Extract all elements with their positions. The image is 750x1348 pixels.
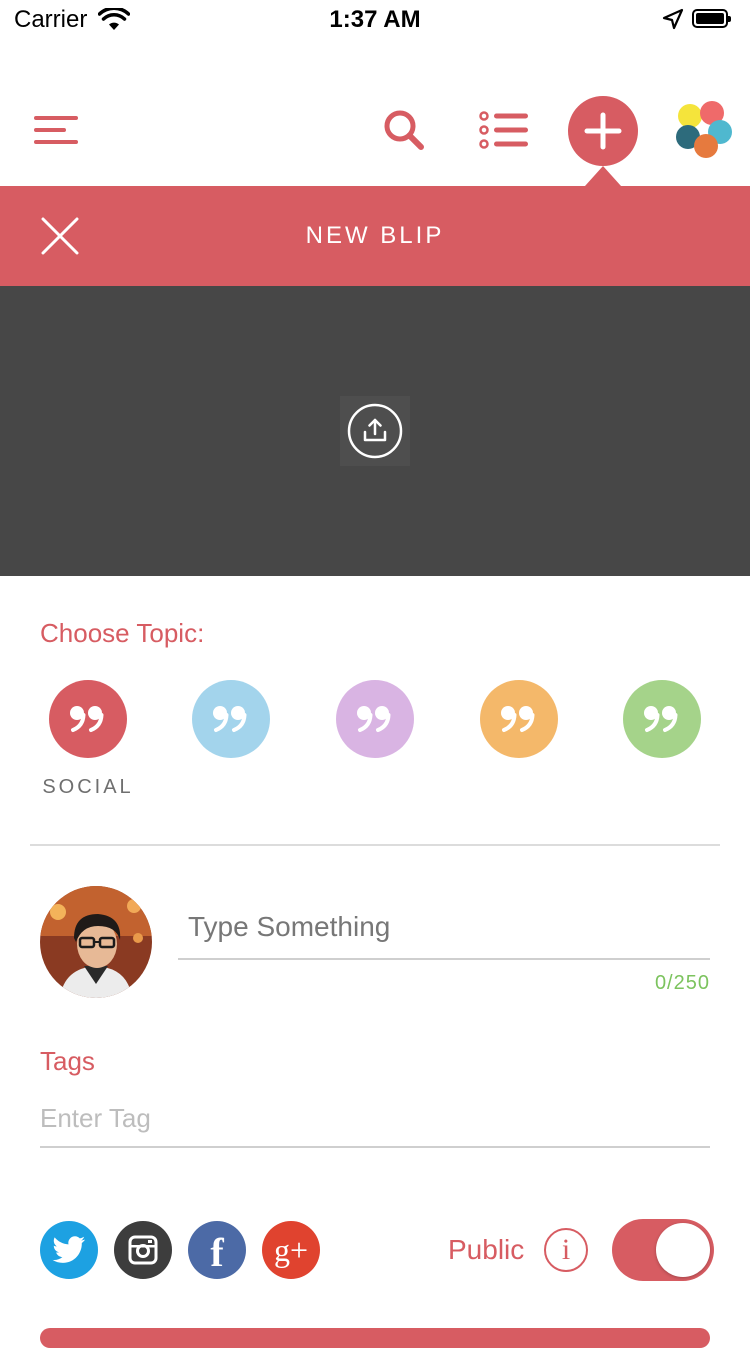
quote-icon — [213, 706, 247, 732]
divider — [30, 844, 720, 846]
instagram-button[interactable] — [114, 1221, 172, 1279]
twitter-icon — [52, 1236, 85, 1263]
menu-icon[interactable] — [30, 110, 82, 150]
choose-topic-label: Choose Topic: — [40, 618, 205, 648]
quote-icon — [501, 706, 535, 732]
add-blip-button[interactable] — [568, 96, 638, 166]
search-icon[interactable] — [378, 104, 430, 156]
plus-icon — [584, 112, 622, 150]
tag-input[interactable] — [40, 1090, 710, 1148]
public-toggle[interactable] — [612, 1219, 714, 1281]
app-logo-icon[interactable] — [672, 100, 736, 162]
page-title: NEW BLIP — [305, 222, 445, 249]
character-counter: 0/250 — [654, 972, 710, 994]
topic-4-button[interactable] — [480, 680, 558, 758]
topic-2-button[interactable] — [192, 680, 270, 758]
facebook-button[interactable]: f — [188, 1221, 246, 1279]
list-icon[interactable] — [476, 108, 532, 152]
avatar — [40, 886, 152, 998]
upload-icon — [347, 403, 403, 459]
upload-button[interactable] — [340, 396, 410, 466]
info-icon: i — [561, 1233, 571, 1266]
topic-5-button[interactable] — [623, 680, 701, 758]
submit-button[interactable] — [40, 1328, 710, 1348]
quote-icon — [644, 706, 678, 732]
twitter-button[interactable] — [40, 1221, 98, 1279]
clock: 1:37 AM — [329, 6, 421, 33]
toggle-knob — [656, 1223, 710, 1277]
topic-social-button[interactable] — [49, 680, 127, 758]
blip-text-input[interactable] — [178, 896, 710, 960]
quote-icon — [70, 706, 104, 732]
googleplus-button[interactable]: g+ — [262, 1221, 320, 1279]
tags-label: Tags — [40, 1046, 95, 1076]
active-indicator-caret — [585, 166, 621, 186]
googleplus-icon: g+ — [273, 1232, 309, 1268]
public-label: Public — [448, 1234, 525, 1265]
battery-icon — [692, 9, 731, 28]
facebook-icon: f — [210, 1230, 224, 1275]
selected-topic-caption: SOCIAL — [42, 776, 134, 798]
quote-icon — [357, 706, 391, 732]
topic-3-button[interactable] — [336, 680, 414, 758]
instagram-icon — [128, 1235, 158, 1265]
info-button[interactable]: i — [544, 1228, 588, 1272]
location-arrow-icon — [662, 8, 684, 30]
